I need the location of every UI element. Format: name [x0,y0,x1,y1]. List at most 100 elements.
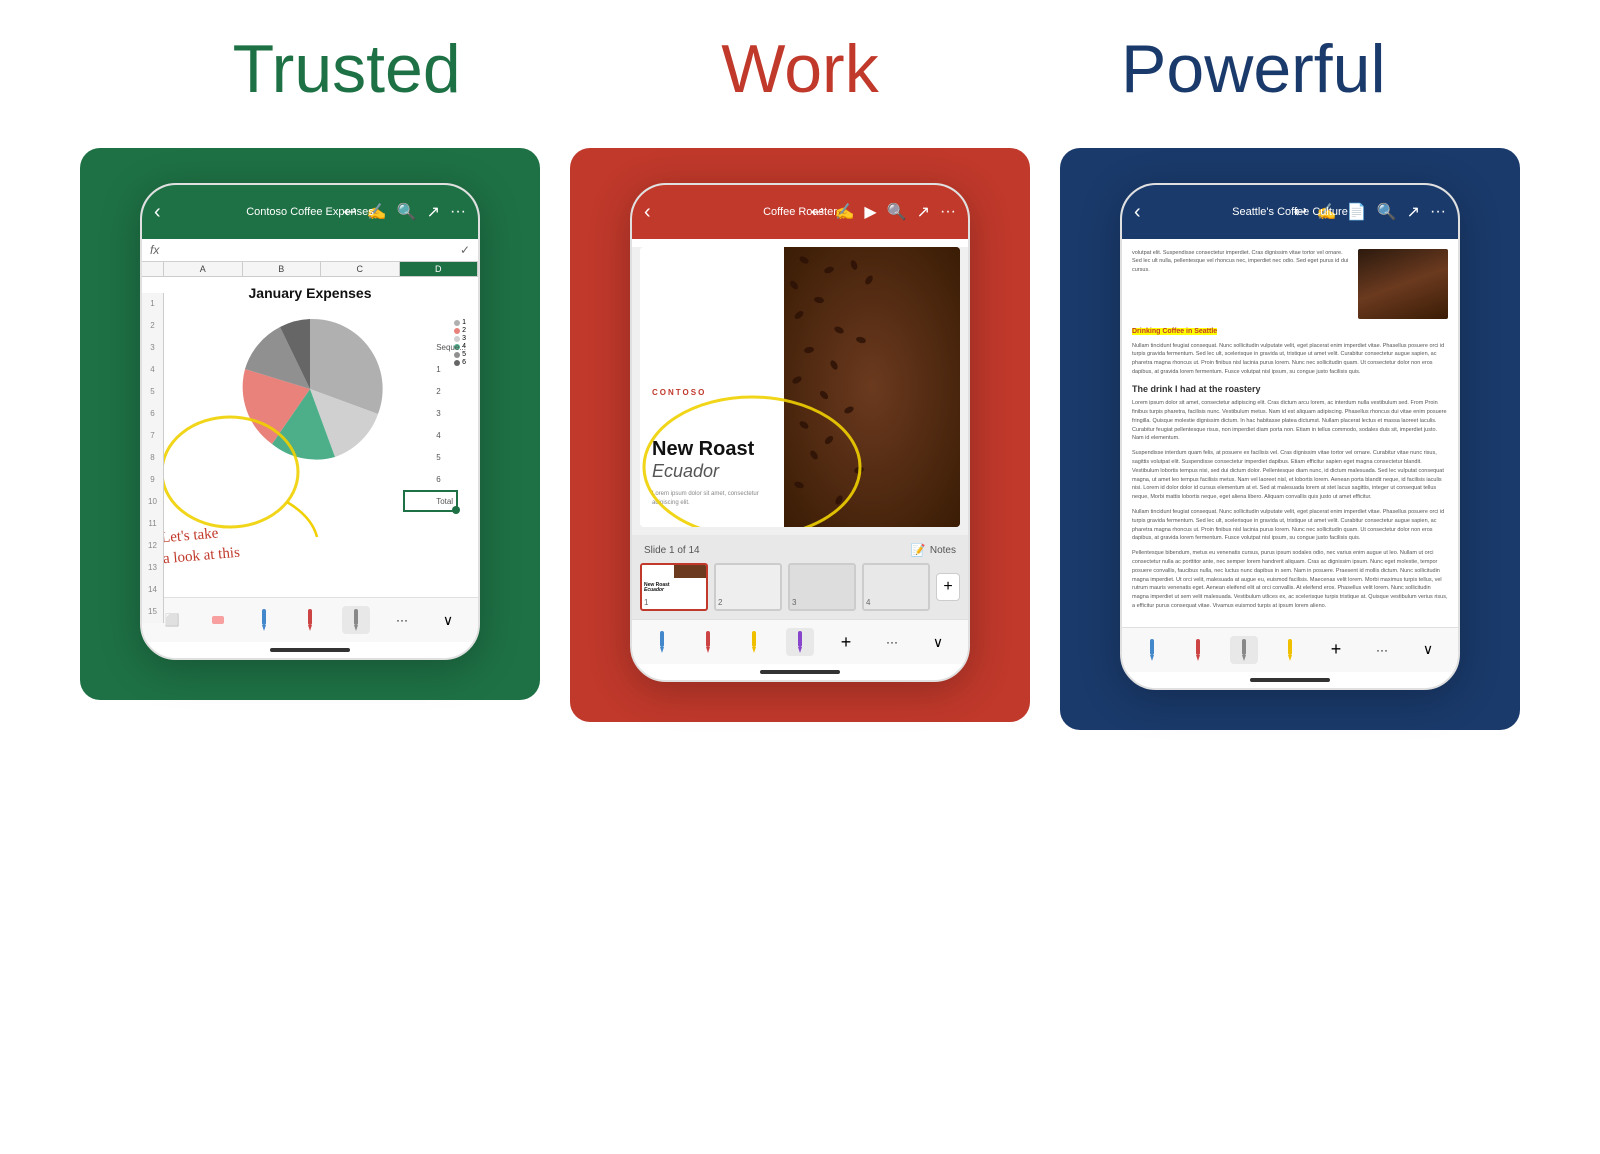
ppt-pen-icon[interactable]: ✍ [834,202,854,222]
excel-title: Contoso Coffee Expenses [246,206,374,218]
word-body-3: Suspendisse interdum quam felis, at posu… [1132,449,1448,502]
slide-thumb-1[interactable]: New RoastEcuador 1 [640,563,708,611]
title-trusted: Trusted [233,31,461,107]
ppt-chevron[interactable]: ∨ [924,628,952,656]
titles-row: Trusted Work Powerful [60,30,1540,108]
slide-thumbnails: New RoastEcuador 1 2 3 [640,563,960,611]
formula-label: fx [150,243,159,257]
word-search-icon[interactable]: 🔍 [1377,202,1397,222]
ppt-pencil-yellow[interactable] [740,628,768,656]
ppt-more-icon[interactable]: ··· [940,203,956,221]
ppt-toolbar: + ··· ∨ [632,619,968,664]
word-more-icon[interactable]: ··· [1430,203,1446,221]
ppt-header: ‹ Coffee Roaster ↩ ✍ ▶ 🔍 ↗ ··· [632,185,968,239]
ppt-pencil-blue[interactable] [648,628,676,656]
back-icon[interactable]: ‹ [154,201,161,224]
ppt-add[interactable]: + [832,628,860,656]
search-icon[interactable]: 🔍 [397,202,417,222]
slide-num-1: 1 [644,598,648,607]
pie-chart-svg [230,309,390,469]
pencil-red[interactable] [296,606,324,634]
word-body-5: Pellentesque bibendum, metus eu venenati… [1132,549,1448,611]
excel-panel: ‹ Contoso Coffee Expenses ↩ ✍ 🔍 ↗ ··· fx… [80,148,540,700]
word-section-title: The drink I had at the roastery [1132,383,1448,397]
word-chevron[interactable]: ∨ [1414,636,1442,664]
ppt-panel: ‹ Coffee Roaster ↩ ✍ ▶ 🔍 ↗ ··· CONTOSO [570,148,1030,722]
ppt-slide-main[interactable]: CONTOSO New Roast Ecuador Lorem ipsum do… [640,247,960,527]
word-home-bar [1122,672,1458,688]
slide-counter: Slide 1 of 14 [644,545,700,556]
word-content: volutpat elit. Suspendisse consectetur i… [1122,239,1458,627]
ppt-pencil-purple[interactable] [786,628,814,656]
word-home-indicator [1250,678,1330,682]
col-B[interactable]: B [243,262,322,276]
pencil-gray-active[interactable] [342,606,370,634]
word-share-icon[interactable]: ↗ [1407,202,1420,222]
ppt-share-icon[interactable]: ↗ [917,202,930,222]
ppt-back-icon[interactable]: ‹ [644,201,651,224]
word-header-section: volutpat elit. Suspendisse consectetur i… [1132,249,1448,319]
ppt-slide-img: CONTOSO New Roast Ecuador Lorem ipsum do… [640,247,960,527]
word-add[interactable]: + [1322,636,1350,664]
word-more[interactable]: ··· [1368,636,1396,664]
add-slide-btn[interactable]: + [936,573,960,601]
more-icon[interactable]: ··· [450,203,466,221]
word-highlighted-text: Drinking Coffee in Seattle [1132,328,1217,335]
ppt-home-bar [632,664,968,680]
slide-thumb-3[interactable]: 3 [788,563,856,611]
word-top-image [1358,249,1448,319]
slide-num-2: 2 [718,598,722,607]
slide-num-4: 4 [866,598,870,607]
ppt-content: CONTOSO New Roast Ecuador Lorem ipsum do… [632,247,968,619]
col-headers: A B C D [142,262,478,277]
excel-phone: ‹ Contoso Coffee Expenses ↩ ✍ 🔍 ↗ ··· fx… [140,183,480,660]
word-body-1: Nullam tincidunt feugiat consequat. Nunc… [1132,342,1448,377]
ppt-phone: ‹ Coffee Roaster ↩ ✍ ▶ 🔍 ↗ ··· CONTOSO [630,183,970,682]
phones-row: ‹ Contoso Coffee Expenses ↩ ✍ 🔍 ↗ ··· fx… [60,148,1540,730]
ppt-title: Coffee Roaster [763,206,837,218]
more-tools[interactable]: ··· [388,606,416,634]
chart-title: January Expenses [150,285,470,301]
word-body-2: Lorem ipsum dolor sit amet, consectetur … [1132,399,1448,443]
word-body-4: Nullam tincidunt feugiat consequat. Nunc… [1132,508,1448,543]
excel-header: ‹ Contoso Coffee Expenses ↩ ✍ 🔍 ↗ ··· [142,185,478,239]
col-C[interactable]: C [321,262,400,276]
share-icon[interactable]: ↗ [427,202,440,222]
ppt-ecuador: Ecuador [652,461,772,482]
ppt-more[interactable]: ··· [878,628,906,656]
word-highlighted-section: Drinking Coffee in Seattle [1132,327,1448,338]
word-doc-icon[interactable]: 📄 [1347,202,1367,222]
col-A[interactable]: A [164,262,243,276]
slide-thumb-4[interactable]: 4 [862,563,930,611]
home-indicator [270,648,350,652]
chevron-down[interactable]: ∨ [434,606,462,634]
ppt-small-text: Lorem ipsum dolor sit amet, consectetur … [652,490,772,507]
ppt-search-icon[interactable]: 🔍 [887,202,907,222]
word-panel: ‹ Seattle's Coffee Culture ↩ ✍ 📄 🔍 ↗ ···… [1060,148,1520,730]
coffee-cup-img [1358,249,1448,319]
notes-icon: 📝 [911,543,926,557]
col-D[interactable]: D [400,262,479,276]
ppt-left-panel: CONTOSO New Roast Ecuador Lorem ipsum do… [640,247,784,527]
ppt-play-icon[interactable]: ▶ [864,202,876,222]
word-phone: ‹ Seattle's Coffee Culture ↩ ✍ 📄 🔍 ↗ ···… [1120,183,1460,690]
notes-btn[interactable]: 📝 Notes [911,543,956,557]
pencil-blue[interactable] [250,606,278,634]
word-intro-body: volutpat elit. Suspendisse consectetur i… [1132,250,1348,273]
pie-chart-area: 1 2 3 4 5 6 [150,309,470,469]
title-powerful: Powerful [1121,31,1386,107]
word-pencil-gray[interactable] [1230,636,1258,664]
slide-thumb-2[interactable]: 2 [714,563,782,611]
coffee-beans-bg [784,247,960,527]
formula-checkmark[interactable]: ✓ [460,243,470,257]
word-pencil-red[interactable] [1184,636,1212,664]
word-pencil-yellow[interactable] [1276,636,1304,664]
word-back-icon[interactable]: ‹ [1134,201,1141,224]
word-pencil-blue[interactable] [1138,636,1166,664]
sequence-col: Seque... 1 2 3 4 5 6 Total [436,337,466,513]
eraser-tool[interactable] [204,606,232,634]
ppt-pencil-red[interactable] [694,628,722,656]
word-title: Seattle's Coffee Culture [1232,206,1348,218]
row-spacer [142,262,164,276]
annotation-text: Let's take a look at this [160,522,240,571]
